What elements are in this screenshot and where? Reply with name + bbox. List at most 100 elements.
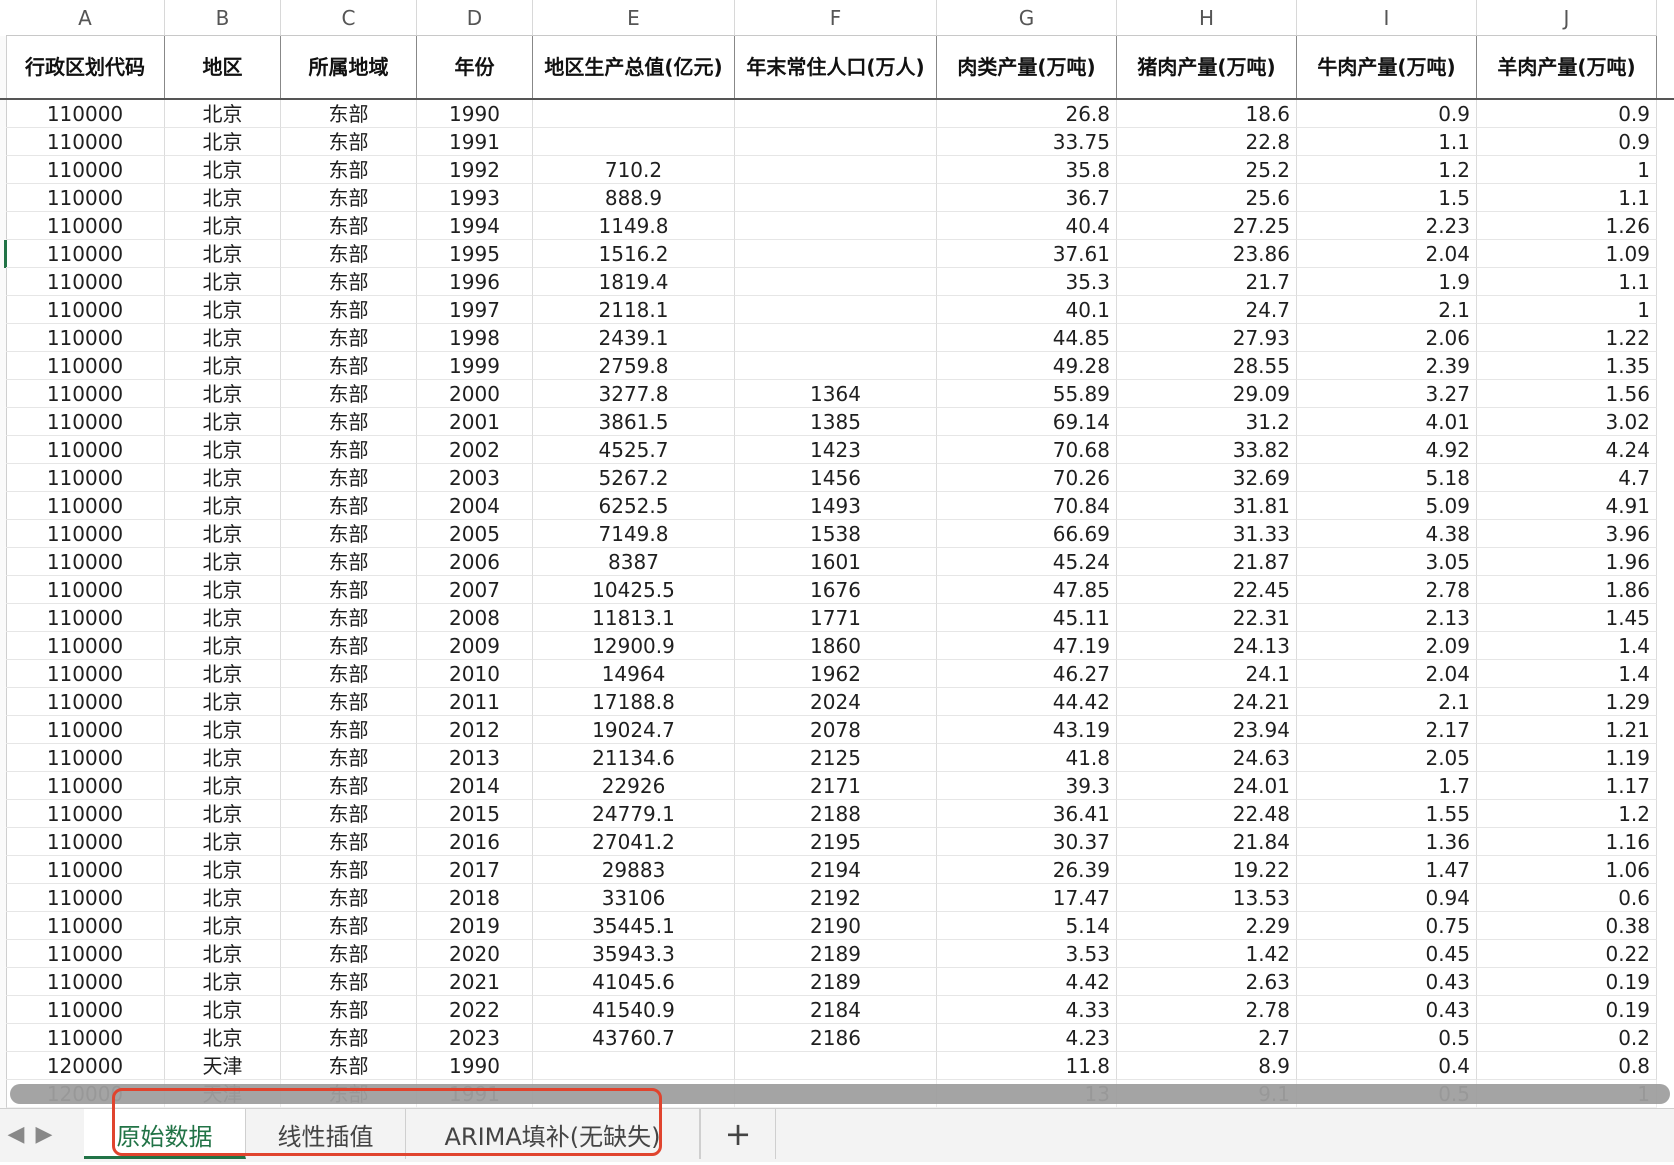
- cell-pork-output[interactable]: 8.9: [1117, 1052, 1297, 1080]
- cell-area[interactable]: 东部: [281, 828, 417, 856]
- cell-year[interactable]: 2016: [417, 828, 533, 856]
- cell-year[interactable]: 2001: [417, 408, 533, 436]
- cell-population[interactable]: 2171: [735, 772, 937, 800]
- cell-beef-output[interactable]: 5.09: [1297, 492, 1477, 520]
- cell-pork-output[interactable]: 21.84: [1117, 828, 1297, 856]
- cell-area[interactable]: 东部: [281, 380, 417, 408]
- cell-area[interactable]: 东部: [281, 744, 417, 772]
- cell-population[interactable]: 1860: [735, 632, 937, 660]
- cell-beef-output[interactable]: 1.9: [1297, 268, 1477, 296]
- cell-mutton-output[interactable]: 1: [1477, 296, 1657, 324]
- cell-admin-code[interactable]: 110000: [6, 660, 165, 688]
- cell-region[interactable]: 北京: [165, 464, 281, 492]
- column-letter-d[interactable]: D: [417, 0, 533, 36]
- cell-region[interactable]: 北京: [165, 940, 281, 968]
- cell-gdp[interactable]: 35943.3: [533, 940, 735, 968]
- cell-area[interactable]: 东部: [281, 352, 417, 380]
- cell-region[interactable]: 北京: [165, 772, 281, 800]
- cell-pork-output[interactable]: 1.42: [1117, 940, 1297, 968]
- cell-year[interactable]: 2020: [417, 940, 533, 968]
- cell-population[interactable]: 2125: [735, 744, 937, 772]
- cell-year[interactable]: 2004: [417, 492, 533, 520]
- cell-population[interactable]: 1676: [735, 576, 937, 604]
- cell-meat-output[interactable]: 47.19: [937, 632, 1117, 660]
- cell-admin-code[interactable]: 110000: [6, 912, 165, 940]
- cell-year[interactable]: 1992: [417, 156, 533, 184]
- cell-meat-output[interactable]: 30.37: [937, 828, 1117, 856]
- cell-area[interactable]: 东部: [281, 240, 417, 268]
- cell-region[interactable]: 北京: [165, 576, 281, 604]
- cell-population[interactable]: [735, 156, 937, 184]
- cell-beef-output[interactable]: 2.39: [1297, 352, 1477, 380]
- cell-area[interactable]: 东部: [281, 520, 417, 548]
- cell-beef-output[interactable]: 2.13: [1297, 604, 1477, 632]
- cell-meat-output[interactable]: 46.27: [937, 660, 1117, 688]
- cell-meat-output[interactable]: 69.14: [937, 408, 1117, 436]
- cell-year[interactable]: 2006: [417, 548, 533, 576]
- cell-beef-output[interactable]: 2.23: [1297, 212, 1477, 240]
- cell-area[interactable]: 东部: [281, 156, 417, 184]
- cell-population[interactable]: 1493: [735, 492, 937, 520]
- cell-admin-code[interactable]: 110000: [6, 324, 165, 352]
- cell-admin-code[interactable]: 110000: [6, 940, 165, 968]
- cell-population[interactable]: 1423: [735, 436, 937, 464]
- cell-gdp[interactable]: 33106: [533, 884, 735, 912]
- cell-population[interactable]: 1538: [735, 520, 937, 548]
- header-meat-output[interactable]: 肉类产量(万吨): [937, 36, 1117, 98]
- cell-beef-output[interactable]: 2.1: [1297, 296, 1477, 324]
- cell-area[interactable]: 东部: [281, 296, 417, 324]
- cell-gdp[interactable]: 5267.2: [533, 464, 735, 492]
- cell-beef-output[interactable]: 0.94: [1297, 884, 1477, 912]
- cell-pork-output[interactable]: 31.33: [1117, 520, 1297, 548]
- cell-gdp[interactable]: [533, 1052, 735, 1080]
- cell-population[interactable]: [735, 212, 937, 240]
- cell-meat-output[interactable]: 40.1: [937, 296, 1117, 324]
- cell-meat-output[interactable]: 55.89: [937, 380, 1117, 408]
- cell-area[interactable]: 东部: [281, 492, 417, 520]
- cell-beef-output[interactable]: 1.1: [1297, 128, 1477, 156]
- tab-linear-interpolation[interactable]: 线性插值: [246, 1109, 406, 1159]
- cell-region[interactable]: 北京: [165, 156, 281, 184]
- cell-area[interactable]: 东部: [281, 128, 417, 156]
- cell-mutton-output[interactable]: 0.8: [1477, 1052, 1657, 1080]
- cell-meat-output[interactable]: 70.26: [937, 464, 1117, 492]
- cell-admin-code[interactable]: 110000: [6, 296, 165, 324]
- cell-admin-code[interactable]: 120000: [6, 1052, 165, 1080]
- cell-region[interactable]: 北京: [165, 212, 281, 240]
- cell-area[interactable]: 东部: [281, 408, 417, 436]
- cell-meat-output[interactable]: 17.47: [937, 884, 1117, 912]
- cell-mutton-output[interactable]: 0.19: [1477, 968, 1657, 996]
- cell-pork-output[interactable]: 24.13: [1117, 632, 1297, 660]
- cell-meat-output[interactable]: 11.8: [937, 1052, 1117, 1080]
- cell-admin-code[interactable]: 110000: [6, 996, 165, 1024]
- column-letter-f[interactable]: F: [735, 0, 937, 36]
- cell-admin-code[interactable]: 110000: [6, 184, 165, 212]
- cell-region[interactable]: 北京: [165, 548, 281, 576]
- cell-beef-output[interactable]: 2.04: [1297, 660, 1477, 688]
- cell-gdp[interactable]: 10425.5: [533, 576, 735, 604]
- cell-meat-output[interactable]: 26.8: [937, 100, 1117, 128]
- cell-mutton-output[interactable]: 1.96: [1477, 548, 1657, 576]
- cell-meat-output[interactable]: 44.42: [937, 688, 1117, 716]
- cell-mutton-output[interactable]: 1.06: [1477, 856, 1657, 884]
- cell-beef-output[interactable]: 3.05: [1297, 548, 1477, 576]
- cell-mutton-output[interactable]: 1.21: [1477, 716, 1657, 744]
- cell-meat-output[interactable]: 40.4: [937, 212, 1117, 240]
- cell-population[interactable]: 2190: [735, 912, 937, 940]
- cell-region[interactable]: 北京: [165, 184, 281, 212]
- cell-pork-output[interactable]: 31.81: [1117, 492, 1297, 520]
- cell-pork-output[interactable]: 31.2: [1117, 408, 1297, 436]
- cell-admin-code[interactable]: 110000: [6, 856, 165, 884]
- cell-population[interactable]: [735, 184, 937, 212]
- cell-meat-output[interactable]: 45.24: [937, 548, 1117, 576]
- cell-population[interactable]: [735, 1052, 937, 1080]
- cell-year[interactable]: 2015: [417, 800, 533, 828]
- cell-region[interactable]: 北京: [165, 268, 281, 296]
- cell-population[interactable]: 1771: [735, 604, 937, 632]
- cell-admin-code[interactable]: 110000: [6, 436, 165, 464]
- cell-population[interactable]: [735, 240, 937, 268]
- cell-mutton-output[interactable]: 0.2: [1477, 1024, 1657, 1052]
- cell-region[interactable]: 北京: [165, 828, 281, 856]
- cell-year[interactable]: 2003: [417, 464, 533, 492]
- header-pork-output[interactable]: 猪肉产量(万吨): [1117, 36, 1297, 98]
